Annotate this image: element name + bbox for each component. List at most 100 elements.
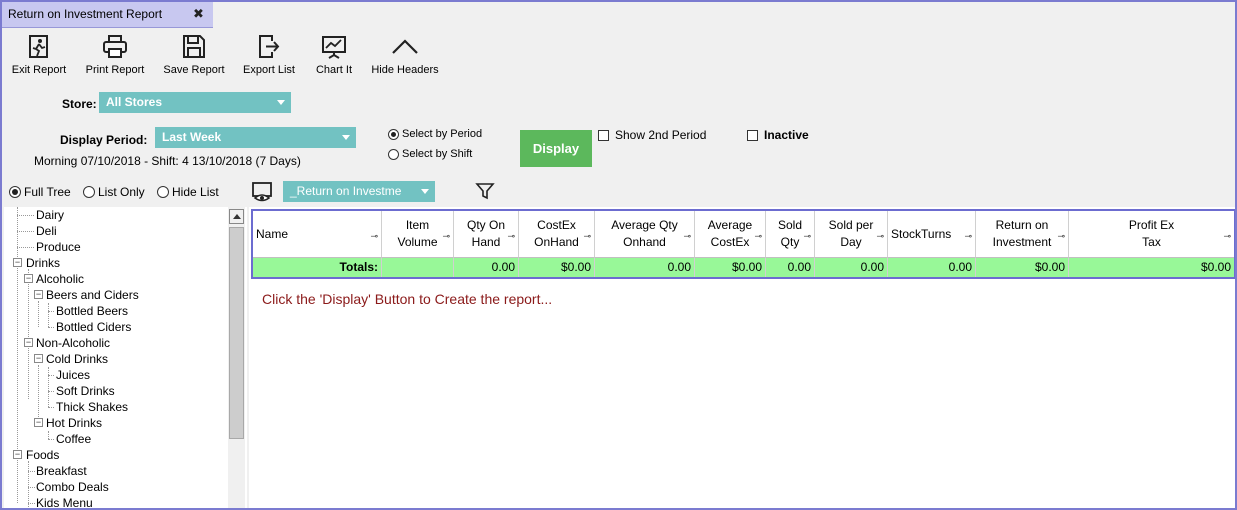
hide-list-radio[interactable]: Hide List — [157, 185, 219, 199]
column-header-name[interactable]: Name ⊸ — [253, 211, 382, 257]
tree-connector — [48, 407, 54, 408]
collapse-icon[interactable]: − — [24, 274, 33, 283]
pin-icon: ⊸ — [583, 231, 591, 241]
pin-icon: ⊸ — [876, 231, 884, 241]
column-header-costex-onhand[interactable]: CostEx OnHand ⊸ — [519, 211, 595, 257]
column-header-qty-on-hand[interactable]: Qty On Hand ⊸ — [454, 211, 519, 257]
radio-unchecked-icon — [83, 186, 95, 198]
tab-title: Return on Investment Report — [8, 7, 163, 21]
close-tab-icon[interactable]: ✖ — [193, 6, 204, 22]
inactive-checkbox[interactable]: Inactive — [747, 128, 809, 142]
show-2nd-period-checkbox[interactable]: Show 2nd Period — [598, 128, 706, 142]
select-by-shift-radio[interactable]: Select by Shift — [388, 148, 472, 160]
pin-icon: ⊸ — [370, 231, 378, 241]
tree-item[interactable]: Drinks — [26, 255, 60, 271]
column-header-item-volume[interactable]: Item Volume ⊸ — [382, 211, 454, 257]
column-header-label: Sold per Day — [828, 218, 874, 249]
store-select-value: All Stores — [106, 95, 163, 109]
display-period-value: Last Week — [162, 130, 222, 144]
save-report-button[interactable]: Save Report — [161, 32, 227, 84]
totals-cell: 0.00 — [595, 257, 695, 277]
export-list-label: Export List — [243, 64, 295, 76]
collapse-icon[interactable]: − — [13, 258, 22, 267]
save-report-label: Save Report — [163, 64, 225, 76]
pin-icon: ⊸ — [1223, 231, 1231, 241]
radio-checked-icon — [9, 186, 21, 198]
scroll-up-icon[interactable] — [229, 209, 244, 224]
tree-item[interactable]: Kids Menu — [36, 495, 93, 508]
radio-unchecked-icon — [388, 148, 399, 160]
column-header-label: CostEx OnHand — [534, 218, 579, 249]
view-layout-icon[interactable] — [251, 181, 275, 203]
collapse-icon[interactable]: − — [24, 338, 33, 347]
tree-item[interactable]: Non-Alcoholic — [36, 335, 110, 351]
column-header-label: Name — [256, 226, 289, 241]
hide-headers-button[interactable]: Hide Headers — [368, 32, 442, 84]
select-by-period-radio[interactable]: Select by Period — [388, 128, 482, 140]
collapse-icon[interactable]: − — [34, 354, 43, 363]
tree-item[interactable]: Thick Shakes — [56, 399, 128, 415]
totals-cell: $0.00 — [519, 257, 595, 277]
tree-item[interactable]: Hot Drinks — [46, 415, 102, 431]
column-header-label: Return on Investment — [992, 218, 1052, 249]
collapse-icon[interactable]: − — [34, 418, 43, 427]
collapse-icon[interactable]: − — [13, 450, 22, 459]
filter-icon[interactable] — [475, 181, 495, 201]
tree-item[interactable]: Deli — [36, 223, 57, 239]
tree-connector — [48, 431, 49, 439]
tree-item[interactable]: Combo Deals — [36, 479, 109, 495]
totals-cell — [382, 257, 454, 277]
column-header-profit-ex-tax[interactable]: Profit Ex Tax ⊸ — [1069, 211, 1234, 257]
display-period-select[interactable]: Last Week — [155, 127, 356, 148]
column-header-average-costex[interactable]: Average CostEx ⊸ — [695, 211, 766, 257]
period-info-text: Morning 07/10/2018 - Shift: 4 13/10/2018… — [34, 154, 301, 168]
list-only-radio[interactable]: List Only — [83, 185, 145, 199]
tree-scrollbar[interactable] — [228, 207, 245, 508]
column-header-average-qty-onhand[interactable]: Average Qty Onhand ⊸ — [595, 211, 695, 257]
tree-connector — [17, 215, 34, 216]
inactive-label: Inactive — [764, 128, 809, 142]
tree-item[interactable]: Foods — [26, 447, 59, 463]
report-layout-select[interactable]: _Return on Investme — [283, 181, 435, 202]
radio-checked-icon — [388, 128, 399, 140]
report-tab[interactable]: Return on Investment Report ✖ — [2, 2, 213, 28]
tree-item[interactable]: Soft Drinks — [56, 383, 115, 399]
tree-item[interactable]: Bottled Beers — [56, 303, 128, 319]
full-tree-radio[interactable]: Full Tree — [9, 185, 71, 199]
tree-item[interactable]: Juices — [56, 367, 90, 383]
column-header-return-on-investment[interactable]: Return on Investment ⊸ — [976, 211, 1069, 257]
store-select[interactable]: All Stores — [99, 92, 291, 113]
column-header-sold-per-day[interactable]: Sold per Day ⊸ — [815, 211, 888, 257]
display-button[interactable]: Display — [520, 130, 592, 167]
pin-icon: ⊸ — [1057, 231, 1065, 241]
tree-item[interactable]: Dairy — [36, 207, 64, 223]
totals-cell: 0.00 — [888, 257, 976, 277]
totals-cell: 0.00 — [454, 257, 519, 277]
column-header-stockturns[interactable]: StockTurns ⊸ — [888, 211, 976, 257]
export-list-button[interactable]: Export List — [240, 32, 298, 84]
tree-item[interactable]: Breakfast — [36, 463, 87, 479]
report-layout-value: _Return on Investme — [290, 184, 402, 198]
exit-report-button[interactable]: Exit Report — [8, 32, 70, 84]
totals-cell: $0.00 — [1069, 257, 1234, 277]
tree-connector — [48, 311, 54, 312]
tree-item[interactable]: Coffee — [56, 431, 91, 447]
column-header-sold-qty[interactable]: Sold Qty ⊸ — [766, 211, 815, 257]
tree-item[interactable]: Cold Drinks — [46, 351, 108, 367]
pin-icon: ⊸ — [507, 231, 515, 241]
pin-icon: ⊸ — [964, 231, 972, 241]
scroll-thumb[interactable] — [229, 227, 244, 439]
chart-it-button[interactable]: Chart It — [312, 32, 356, 84]
tree-item[interactable]: Beers and Ciders — [46, 287, 139, 303]
tree-connector — [48, 367, 49, 407]
column-header-label: Average Qty Onhand — [611, 218, 678, 249]
tree-item[interactable]: Bottled Ciders — [56, 319, 131, 335]
collapse-icon[interactable]: − — [34, 290, 43, 299]
tree-item[interactable]: Produce — [36, 239, 81, 255]
print-report-button[interactable]: Print Report — [82, 32, 148, 84]
tree-item[interactable]: Alcoholic — [36, 271, 84, 287]
column-header-label: Profit Ex Tax — [1128, 218, 1175, 249]
column-header-label: Average CostEx — [707, 218, 753, 249]
report-window: Return on Investment Report ✖ Exit Repor… — [0, 0, 1237, 510]
pin-icon: ⊸ — [754, 231, 762, 241]
